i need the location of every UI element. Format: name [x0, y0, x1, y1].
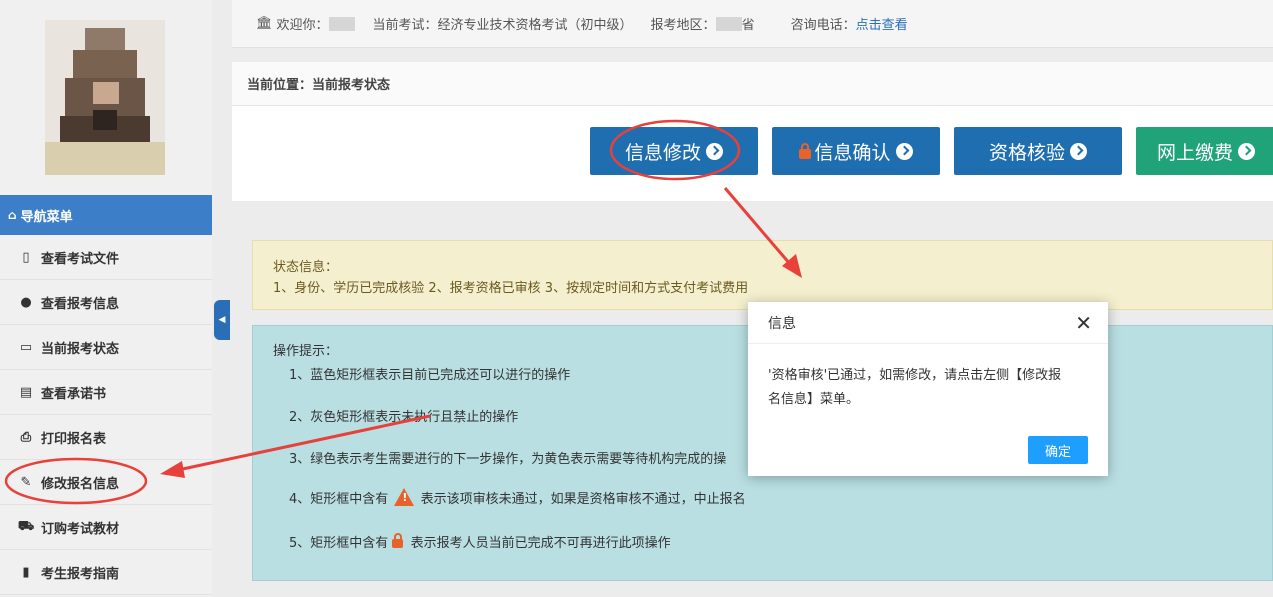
sidebar-collapse-toggle[interactable]: ◀ — [214, 300, 230, 340]
sidebar-item-commitment[interactable]: ▤ 查看承诺书 — [0, 370, 212, 415]
sidebar-item-label: 当前报考状态 — [41, 341, 120, 357]
breadcrumb: 当前位置：当前报考状态 — [232, 62, 1273, 106]
lock-icon — [392, 533, 404, 548]
phone-view-link[interactable]: 点击查看 — [856, 14, 908, 33]
info-icon: ● — [20, 294, 32, 310]
step-confirm-info-button[interactable]: 信息确认 — [772, 127, 940, 175]
tip-text: 表示报考人员当前已完成不可再进行此项操作 — [410, 536, 671, 551]
tip-item: 5、矩形框中含有 表示报考人员当前已完成不可再进行此项操作 — [289, 532, 671, 551]
cart-icon: ⛟ — [17, 518, 35, 534]
current-exam-label: 当前考试：经济专业技术资格考试（初中级） — [372, 18, 633, 33]
step-label: 资格核验 — [988, 141, 1065, 164]
card-icon: ▤ — [19, 384, 33, 400]
chevron-circle-right-icon — [895, 142, 913, 160]
status-info-panel: 状态信息： 1、身份、学历已完成核验 2、报考资格已审核 3、按规定时间和方式支… — [252, 240, 1273, 310]
sidebar-item-label: 查看考试文件 — [41, 251, 120, 267]
print-icon: ⎙ — [20, 429, 32, 445]
dialog-ok-button[interactable]: 确定 — [1028, 436, 1088, 464]
lock-icon — [799, 143, 812, 159]
dialog-message-line: '资格审核'已通过，如需修改，请点击左侧【修改报 — [768, 368, 1062, 383]
home-icon: ⌂ — [8, 208, 17, 222]
info-dialog: 信息 ✕ '资格审核'已通过，如需修改，请点击左侧【修改报 名信息】菜单。 确定 — [748, 302, 1108, 476]
sidebar-item-label: 查看报考信息 — [41, 296, 120, 312]
file-icon: ▯ — [22, 249, 30, 265]
top-bar: 🏛 欢迎你： 当前考试：经济专业技术资格考试（初中级） 报考地区： 省 咨询电话… — [232, 0, 1273, 48]
bank-icon: 🏛 — [256, 16, 273, 31]
tip-text: 4、矩形框中含有 — [289, 492, 389, 507]
sidebar: ⌂ 导航菜单 ▯ 查看考试文件 ● 查看报考信息 ▭ 当前报考状态 ▤ 查看承诺… — [0, 0, 212, 597]
chevron-circle-right-icon — [1238, 142, 1255, 160]
edit-icon: ✎ — [20, 474, 32, 490]
dialog-message: '资格审核'已通过，如需修改，请点击左侧【修改报 名信息】菜单。 — [748, 344, 1108, 432]
status-text: 1、身份、学历已完成核验 2、报考资格已审核 3、按规定时间和方式支付考试费用 — [273, 281, 749, 296]
sidebar-item-label: 考生报考指南 — [41, 566, 120, 582]
tip-item: 3、绿色表示考生需要进行的下一步操作，为黄色表示需要等待机构完成的操 — [289, 452, 727, 467]
region-suffix: 省 — [741, 18, 755, 33]
warning-icon — [394, 488, 415, 506]
tip-text: 5、矩形框中含有 — [289, 536, 389, 551]
sidebar-item-label: 订购考试教材 — [41, 521, 120, 537]
status-title: 状态信息： — [273, 260, 339, 275]
step-qualification-check-button[interactable]: 资格核验 — [954, 127, 1122, 175]
sidebar-item-guide[interactable]: ▮ 考生报考指南 — [0, 550, 212, 595]
tip-item: 4、矩形框中含有 表示该项审核未通过，如果是资格审核不通过，中止报名 — [289, 488, 746, 507]
chevron-left-icon: ◀ — [218, 315, 226, 325]
sidebar-item-label: 修改报名信息 — [41, 476, 120, 492]
avatar — [45, 20, 165, 175]
sidebar-item-print-form[interactable]: ⎙ 打印报名表 — [0, 415, 212, 460]
sidebar-item-label: 查看承诺书 — [41, 386, 107, 402]
book-icon: ▮ — [22, 564, 30, 580]
step-online-payment-button[interactable]: 网上缴费 — [1136, 127, 1273, 175]
dialog-message-line: 名信息】菜单。 — [768, 392, 860, 407]
step-label: 信息修改 — [624, 141, 701, 164]
step-edit-info-button[interactable]: 信息修改 — [590, 127, 758, 175]
tips-title: 操作提示： — [273, 344, 339, 359]
sidebar-item-label: 打印报名表 — [41, 431, 107, 447]
sidebar-item-order-books[interactable]: ⛟ 订购考试教材 — [0, 505, 212, 550]
sidebar-item-current-status[interactable]: ▭ 当前报考状态 — [0, 325, 212, 370]
sidebar-item-exam-info[interactable]: ● 查看报考信息 — [0, 280, 212, 325]
chevron-circle-right-icon — [1070, 142, 1087, 160]
nav-menu-header: ⌂ 导航菜单 — [0, 195, 212, 235]
dialog-title: 信息 — [748, 302, 1108, 344]
nav-menu-title: 导航菜单 — [20, 209, 73, 225]
sidebar-item-exam-files[interactable]: ▯ 查看考试文件 — [0, 235, 212, 280]
region-label: 报考地区： — [650, 18, 716, 33]
close-icon[interactable]: ✕ — [1075, 313, 1092, 333]
tip-text: 表示该项审核未通过，如果是资格审核不通过，中止报名 — [420, 492, 746, 507]
chevron-circle-right-icon — [706, 142, 723, 160]
sidebar-item-edit-info[interactable]: ✎ 修改报名信息 — [0, 460, 212, 505]
step-label: 信息确认 — [814, 141, 891, 164]
region-redacted — [715, 16, 742, 31]
username-redacted — [328, 16, 355, 31]
tip-item: 1、蓝色矩形框表示目前已完成还可以进行的操作 — [289, 368, 571, 383]
tip-item: 2、灰色矩形框表示未执行且禁止的操作 — [289, 410, 519, 425]
phone-label: 咨询电话： — [790, 18, 856, 33]
step-label: 网上缴费 — [1156, 141, 1233, 164]
welcome-label: 欢迎你： — [276, 18, 329, 33]
monitor-icon: ▭ — [19, 339, 33, 355]
step-button-area: 信息修改 信息确认 资格核验 网上缴费 — [232, 106, 1273, 201]
